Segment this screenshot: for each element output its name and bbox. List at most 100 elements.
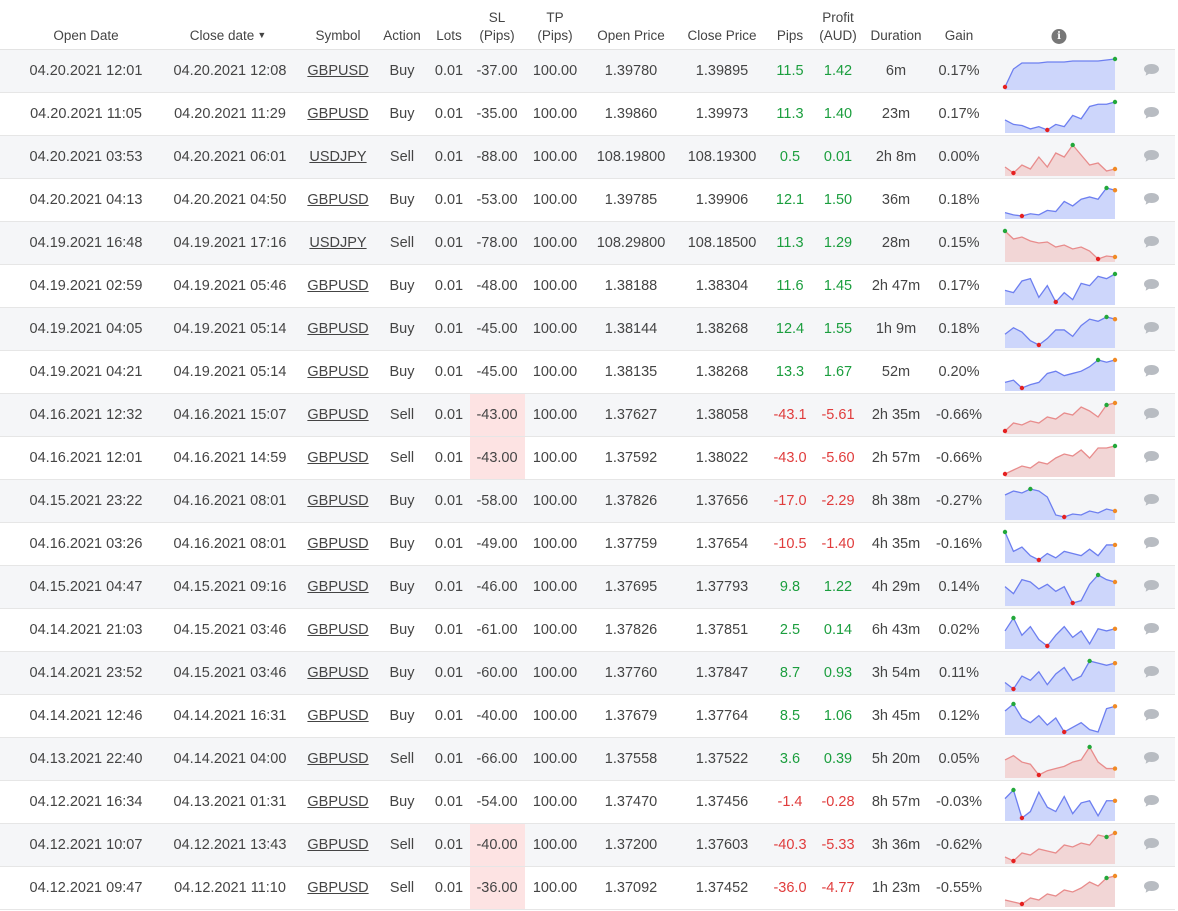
col-close-date[interactable]: Close date ▼ <box>190 26 266 45</box>
cell-symbol[interactable]: GBPUSD <box>307 480 368 522</box>
col-open-date[interactable]: Open Date <box>53 27 118 45</box>
comment-icon[interactable] <box>1143 880 1160 894</box>
cell-symbol[interactable]: GBPUSD <box>307 50 368 92</box>
col-duration[interactable]: Duration <box>870 27 921 45</box>
col-pips[interactable]: Pips <box>777 27 803 45</box>
col-lots[interactable]: Lots <box>436 27 462 45</box>
cell-open-price: 1.37679 <box>604 708 658 724</box>
cell-symbol[interactable]: GBPUSD <box>307 652 368 694</box>
comment-icon[interactable] <box>1143 837 1160 851</box>
cell-open-date: 04.20.2021 04:13 <box>29 192 143 208</box>
cell-close-date: 04.12.2021 11:10 <box>174 880 286 896</box>
col-action[interactable]: Action <box>383 27 421 45</box>
cell-pips: 12.4 <box>775 321 805 337</box>
cell-action: Buy <box>389 536 415 552</box>
cell-open-price: 1.37826 <box>604 622 658 638</box>
comment-icon[interactable] <box>1143 708 1160 722</box>
cell-gain: 0.17% <box>938 106 980 122</box>
table-row[interactable]: 04.16.2021 03:26 04.16.2021 08:01 GBPUSD Bu… <box>0 523 1175 566</box>
cell-pips: 11.6 <box>776 278 804 294</box>
cell-symbol[interactable]: GBPUSD <box>307 308 368 350</box>
comment-icon[interactable] <box>1143 364 1160 378</box>
table-row[interactable]: 04.14.2021 23:52 04.15.2021 03:46 GBPUSD Bu… <box>0 652 1175 695</box>
cell-duration: 2h 57m <box>871 450 921 466</box>
table-row[interactable]: 04.19.2021 04:05 04.19.2021 05:14 GBPUSD Bu… <box>0 308 1175 351</box>
cell-lots: 0.01 <box>434 536 464 552</box>
col-sl[interactable]: SL (Pips) <box>479 9 514 45</box>
cell-symbol[interactable]: GBPUSD <box>307 738 368 780</box>
table-row[interactable]: 04.14.2021 12:46 04.14.2021 16:31 GBPUSD Bu… <box>0 695 1175 738</box>
comment-icon[interactable] <box>1143 63 1160 77</box>
table-row[interactable]: 04.15.2021 23:22 04.16.2021 08:01 GBPUSD Bu… <box>0 480 1175 523</box>
comment-icon[interactable] <box>1143 235 1160 249</box>
cell-action: Buy <box>389 106 415 122</box>
cell-symbol[interactable]: GBPUSD <box>307 394 368 436</box>
cell-symbol[interactable]: GBPUSD <box>307 523 368 565</box>
sparkline-max-marker <box>1104 402 1109 408</box>
comment-icon[interactable] <box>1143 149 1160 163</box>
cell-tp: 100.00 <box>532 321 578 337</box>
info-icon[interactable]: i <box>1051 29 1067 44</box>
table-row[interactable]: 04.16.2021 12:32 04.16.2021 15:07 GBPUSD Se… <box>0 394 1175 437</box>
col-profit[interactable]: Profit (AUD) <box>819 9 857 45</box>
table-row[interactable]: 04.15.2021 04:47 04.15.2021 09:16 GBPUSD Bu… <box>0 566 1175 609</box>
cell-symbol[interactable]: USDJPY <box>309 136 366 178</box>
table-row[interactable]: 04.20.2021 12:01 04.20.2021 12:08 GBPUSD Bu… <box>0 50 1175 93</box>
cell-symbol[interactable]: GBPUSD <box>307 566 368 608</box>
cell-open-date: 04.16.2021 03:26 <box>29 536 143 552</box>
cell-symbol[interactable]: GBPUSD <box>307 437 368 479</box>
cell-symbol[interactable]: GBPUSD <box>307 695 368 737</box>
cell-symbol[interactable]: USDJPY <box>309 222 366 264</box>
comment-icon[interactable] <box>1143 278 1160 292</box>
cell-open-date: 04.12.2021 10:07 <box>29 837 143 853</box>
cell-close-price: 1.38268 <box>695 364 749 380</box>
col-close-price[interactable]: Close Price <box>687 27 756 45</box>
table-row[interactable]: 04.20.2021 11:05 04.20.2021 11:29 GBPUSD Bu… <box>0 93 1175 136</box>
table-row[interactable]: 04.19.2021 02:59 04.19.2021 05:46 GBPUSD Bu… <box>0 265 1175 308</box>
comment-icon[interactable] <box>1143 579 1160 593</box>
table-row[interactable]: 04.16.2021 12:01 04.16.2021 14:59 GBPUSD Se… <box>0 437 1175 480</box>
cell-sl: -54.00 <box>476 794 518 810</box>
comment-icon[interactable] <box>1143 536 1160 550</box>
comment-icon[interactable] <box>1143 665 1160 679</box>
cell-symbol[interactable]: GBPUSD <box>307 351 368 393</box>
sparkline-max-marker <box>1112 443 1118 449</box>
cell-symbol[interactable]: GBPUSD <box>307 179 368 221</box>
table-row[interactable]: 04.13.2021 22:40 04.14.2021 04:00 GBPUSD Se… <box>0 738 1175 781</box>
table-row[interactable]: 04.20.2021 04:13 04.20.2021 04:50 GBPUSD Bu… <box>0 179 1175 222</box>
cell-symbol[interactable]: GBPUSD <box>307 609 368 651</box>
comment-icon[interactable] <box>1143 321 1160 335</box>
cell-close-price: 108.19300 <box>687 149 757 165</box>
col-symbol[interactable]: Symbol <box>315 27 360 45</box>
comment-icon[interactable] <box>1143 407 1160 421</box>
comment-icon[interactable] <box>1143 794 1160 808</box>
col-gain[interactable]: Gain <box>945 27 974 45</box>
cell-tp: 100.00 <box>532 192 578 208</box>
table-row[interactable]: 04.20.2021 03:53 04.20.2021 06:01 USDJPY Se… <box>0 136 1175 179</box>
col-tp[interactable]: TP (Pips) <box>537 9 572 45</box>
comment-icon[interactable] <box>1143 751 1160 765</box>
sparkline-end-marker <box>1112 830 1118 836</box>
table-row[interactable]: 04.14.2021 21:03 04.15.2021 03:46 GBPUSD Bu… <box>0 609 1175 652</box>
comment-icon[interactable] <box>1143 450 1160 464</box>
cell-symbol[interactable]: GBPUSD <box>307 265 368 307</box>
table-row[interactable]: 04.12.2021 09:47 04.12.2021 11:10 GBPUSD Se… <box>0 867 1175 910</box>
table-row[interactable]: 04.12.2021 10:07 04.12.2021 13:43 GBPUSD Se… <box>0 824 1175 867</box>
col-open-price[interactable]: Open Price <box>597 27 665 45</box>
sparkline-max-marker <box>1011 701 1016 707</box>
cell-symbol[interactable]: GBPUSD <box>307 93 368 135</box>
cell-symbol[interactable]: GBPUSD <box>307 781 368 823</box>
comment-icon[interactable] <box>1143 192 1160 206</box>
table-row[interactable]: 04.12.2021 16:34 04.13.2021 01:31 GBPUSD Bu… <box>0 781 1175 824</box>
cell-symbol[interactable]: GBPUSD <box>307 867 368 909</box>
comment-icon[interactable] <box>1143 622 1160 636</box>
table-row[interactable]: 04.19.2021 04:21 04.19.2021 05:14 GBPUSD Bu… <box>0 351 1175 394</box>
cell-lots: 0.01 <box>434 364 464 380</box>
comment-icon[interactable] <box>1143 106 1160 120</box>
cell-close-date: 04.13.2021 01:31 <box>173 794 287 810</box>
cell-duration: 1h 23m <box>871 880 921 896</box>
cell-lots: 0.01 <box>434 106 464 122</box>
cell-symbol[interactable]: GBPUSD <box>307 824 368 866</box>
table-row[interactable]: 04.19.2021 16:48 04.19.2021 17:16 USDJPY Se… <box>0 222 1175 265</box>
comment-icon[interactable] <box>1143 493 1160 507</box>
